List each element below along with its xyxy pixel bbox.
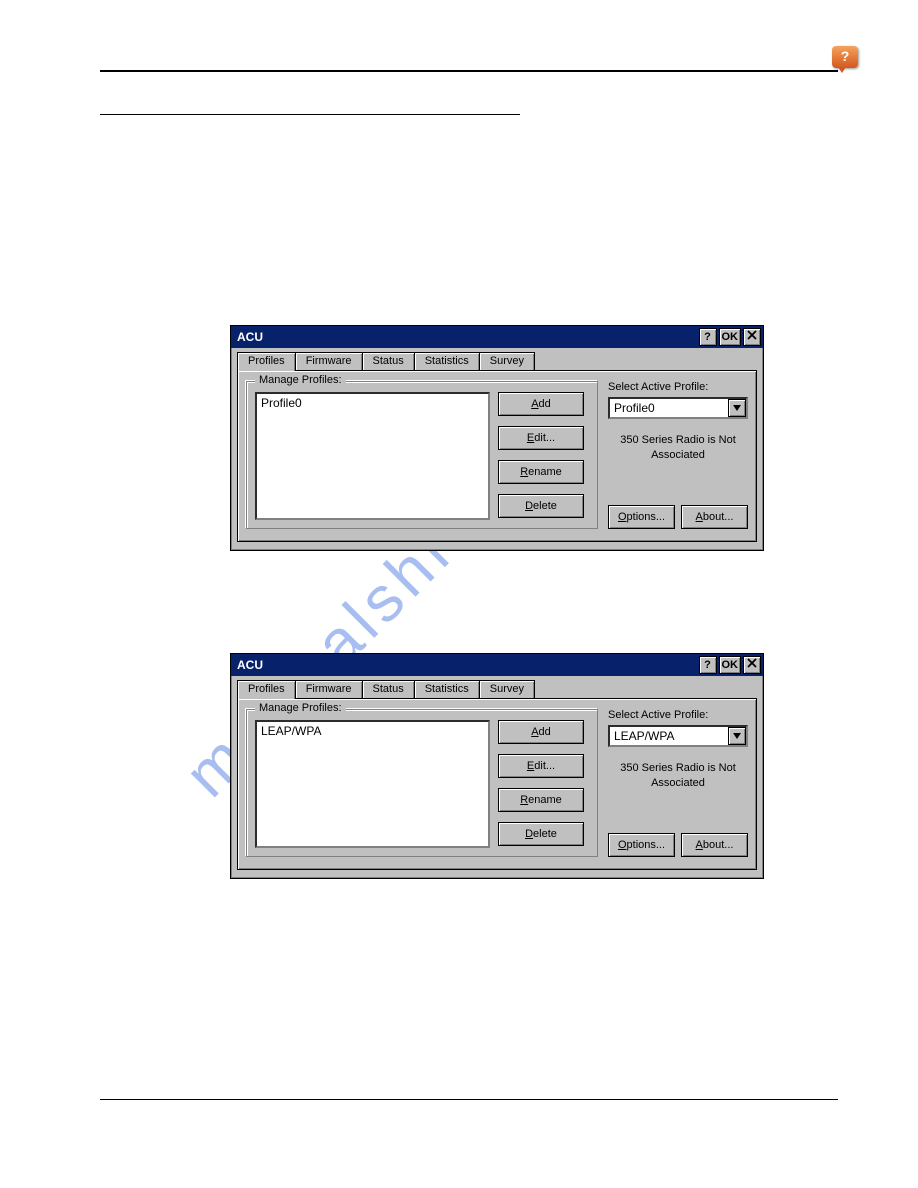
- delete-button[interactable]: Delete: [498, 822, 584, 846]
- add-button[interactable]: Add: [498, 720, 584, 744]
- titlebar: ACU ? OK: [231, 326, 763, 348]
- help-comment-icon: ?: [832, 46, 858, 68]
- radio-status-text: 350 Series Radio is Not Associated: [608, 761, 748, 791]
- horizontal-rule-sub: [100, 114, 520, 115]
- help-button[interactable]: ?: [699, 656, 717, 674]
- about-button[interactable]: About...: [681, 833, 748, 857]
- profiles-listbox[interactable]: LEAP/WPA: [255, 720, 490, 848]
- close-button[interactable]: [743, 328, 761, 346]
- tab-statistics[interactable]: Statistics: [414, 352, 480, 370]
- edit-button[interactable]: Edit...: [498, 754, 584, 778]
- tab-survey[interactable]: Survey: [479, 680, 535, 698]
- select-active-label: Select Active Profile:: [608, 709, 748, 721]
- tab-row: Profiles Firmware Status Statistics Surv…: [231, 348, 763, 370]
- tab-body: Manage Profiles: Profile0 Add Edit... Re…: [237, 370, 757, 542]
- active-profile-dropdown[interactable]: Profile0: [608, 397, 748, 419]
- about-button[interactable]: About...: [681, 505, 748, 529]
- manage-profiles-legend: Manage Profiles:: [255, 702, 346, 714]
- dropdown-value: Profile0: [614, 401, 655, 415]
- help-button[interactable]: ?: [699, 328, 717, 346]
- window-title: ACU: [237, 658, 697, 672]
- rename-button[interactable]: Rename: [498, 460, 584, 484]
- tab-profiles[interactable]: Profiles: [237, 680, 296, 699]
- tab-status[interactable]: Status: [362, 680, 415, 698]
- close-button[interactable]: [743, 656, 761, 674]
- manage-profiles-group: Manage Profiles: LEAP/WPA Add Edit... Re…: [246, 709, 598, 857]
- window-title: ACU: [237, 330, 697, 344]
- ok-button[interactable]: OK: [719, 656, 742, 674]
- acu-dialog-1: ACU ? OK Profiles Firmware Status Statis…: [230, 325, 764, 551]
- dropdown-value: LEAP/WPA: [614, 729, 674, 743]
- horizontal-rule-top: [100, 70, 838, 72]
- manage-profiles-legend: Manage Profiles:: [255, 374, 346, 386]
- ok-button[interactable]: OK: [719, 328, 742, 346]
- titlebar: ACU ? OK: [231, 654, 763, 676]
- tab-firmware[interactable]: Firmware: [295, 680, 363, 698]
- options-button[interactable]: Options...: [608, 505, 675, 529]
- select-active-label: Select Active Profile:: [608, 381, 748, 393]
- options-button[interactable]: Options...: [608, 833, 675, 857]
- close-icon: [747, 658, 757, 672]
- radio-status-text: 350 Series Radio is Not Associated: [608, 433, 748, 463]
- edit-button[interactable]: Edit...: [498, 426, 584, 450]
- tab-body: Manage Profiles: LEAP/WPA Add Edit... Re…: [237, 698, 757, 870]
- active-profile-dropdown[interactable]: LEAP/WPA: [608, 725, 748, 747]
- delete-button[interactable]: Delete: [498, 494, 584, 518]
- tab-status[interactable]: Status: [362, 352, 415, 370]
- tab-survey[interactable]: Survey: [479, 352, 535, 370]
- tab-row: Profiles Firmware Status Statistics Surv…: [231, 676, 763, 698]
- tab-profiles[interactable]: Profiles: [237, 352, 296, 371]
- acu-dialog-2: ACU ? OK Profiles Firmware Status Statis…: [230, 653, 764, 879]
- horizontal-rule-bottom: [100, 1099, 838, 1100]
- tab-firmware[interactable]: Firmware: [295, 352, 363, 370]
- chevron-down-icon: [728, 399, 746, 417]
- profiles-listbox[interactable]: Profile0: [255, 392, 490, 520]
- list-item[interactable]: LEAP/WPA: [261, 724, 484, 738]
- manage-profiles-group: Manage Profiles: Profile0 Add Edit... Re…: [246, 381, 598, 529]
- close-icon: [747, 330, 757, 344]
- tab-statistics[interactable]: Statistics: [414, 680, 480, 698]
- list-item[interactable]: Profile0: [261, 396, 484, 410]
- chevron-down-icon: [728, 727, 746, 745]
- add-button[interactable]: Add: [498, 392, 584, 416]
- rename-button[interactable]: Rename: [498, 788, 584, 812]
